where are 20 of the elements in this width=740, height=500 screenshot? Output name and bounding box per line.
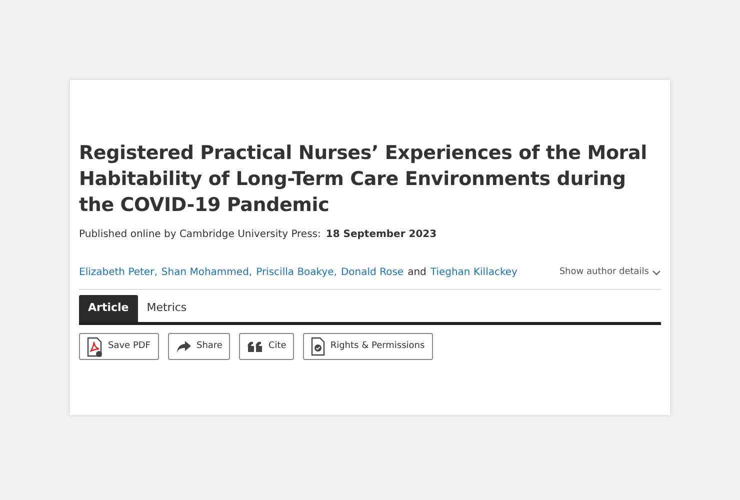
action-button[interactable]: Cite xyxy=(239,333,294,360)
author-link[interactable]: Shan Mohammed, xyxy=(161,265,252,280)
action-button[interactable]: Save PDF xyxy=(79,333,158,360)
article-title: Registered Practical Nurses’ Experiences of the Moral Habitability of Long-Term Care Environments during the COVID-19 Pandemic xyxy=(79,141,648,218)
author-link[interactable]: Priscilla Boakye, xyxy=(256,265,337,280)
published-label: Published online by Cambridge University Press: xyxy=(79,228,321,242)
pdf-file-icon xyxy=(87,336,103,356)
chevron-down-icon xyxy=(652,270,661,276)
author-link[interactable]: Elizabeth Peter, xyxy=(79,265,158,280)
author-link[interactable]: Tieghan Killackey xyxy=(430,265,518,280)
tab[interactable]: Article xyxy=(79,295,138,322)
share-arrow-icon xyxy=(176,340,192,354)
quote-icon xyxy=(247,340,264,352)
author-link[interactable]: Donald Rose xyxy=(340,265,404,280)
show-author-details-button[interactable]: Show author details xyxy=(559,266,661,280)
published-date: 18 September 2023 xyxy=(326,228,437,242)
author-conjunction: and xyxy=(408,266,426,280)
action-button[interactable]: Rights & Permissions xyxy=(303,333,433,360)
action-button[interactable]: Share xyxy=(168,333,230,360)
document-check-icon xyxy=(311,337,326,356)
